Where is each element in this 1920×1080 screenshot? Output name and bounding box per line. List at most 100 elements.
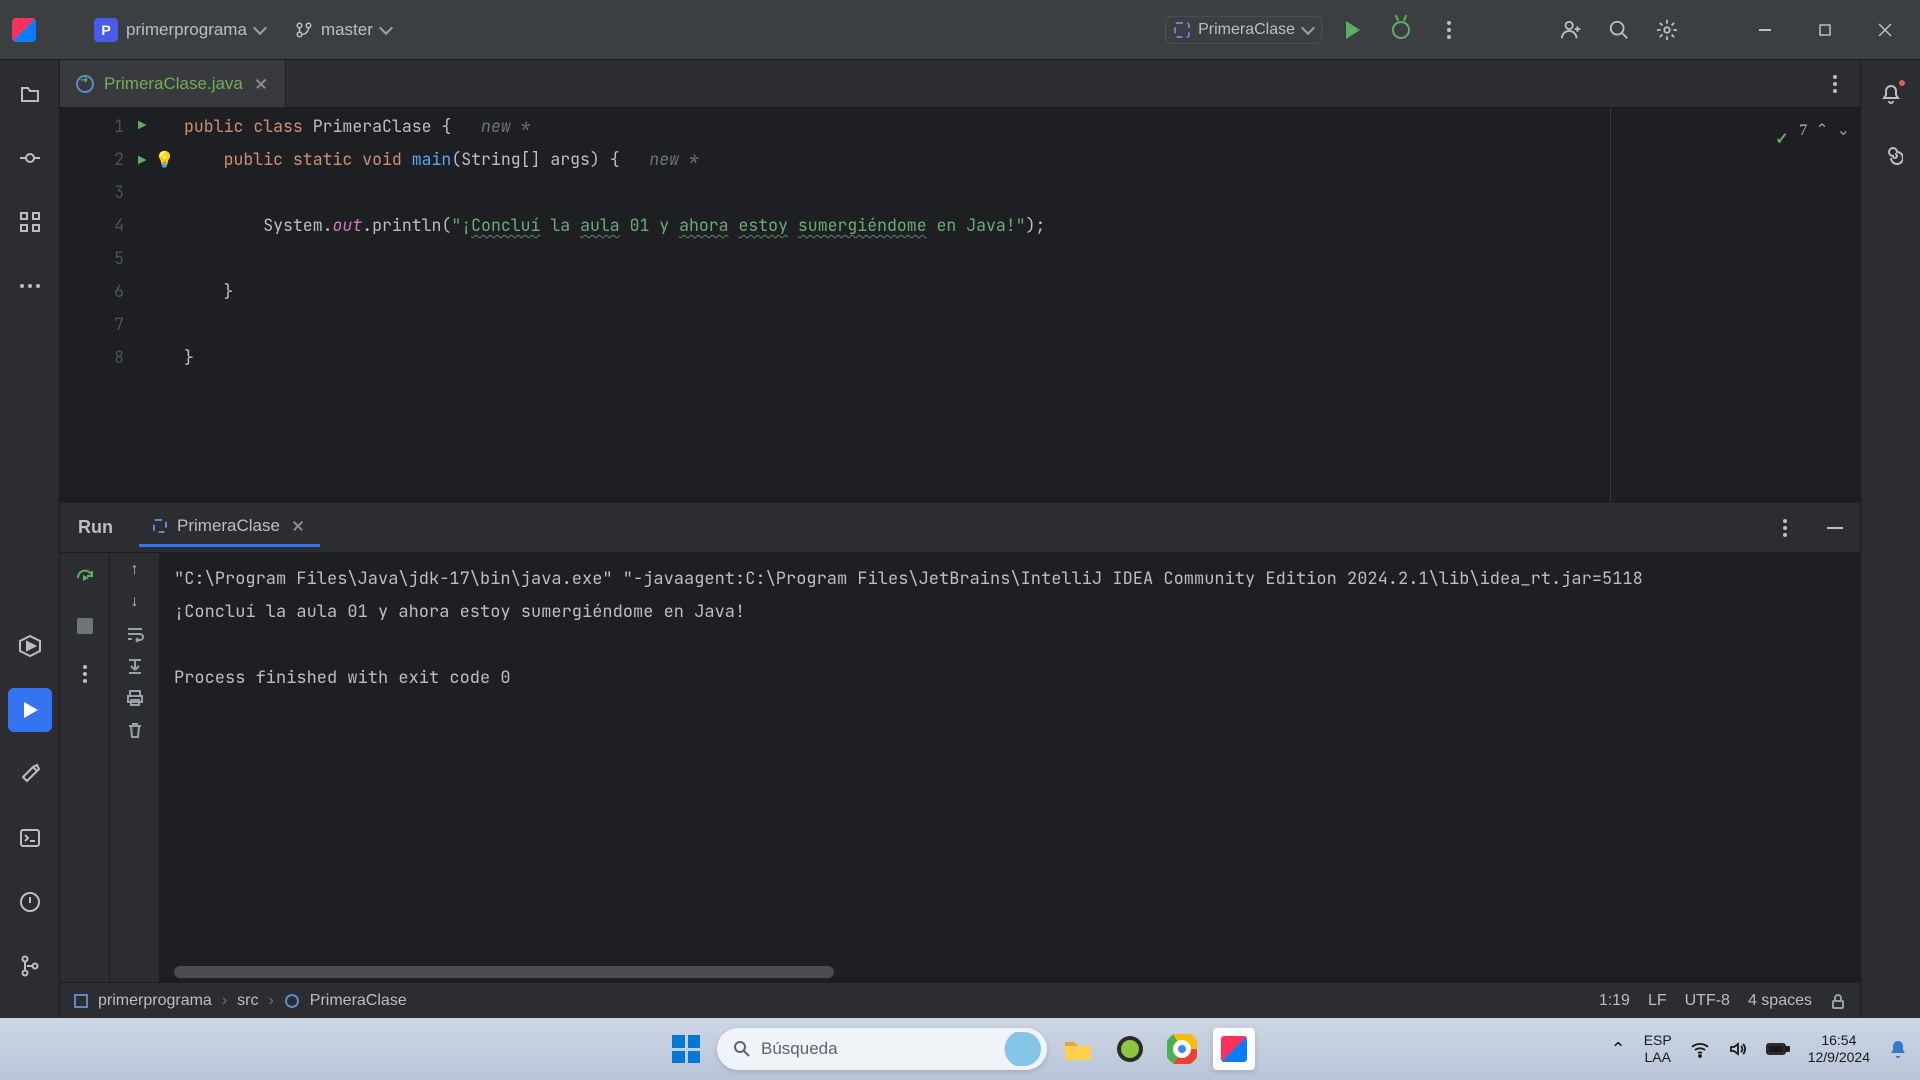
run-tool-button[interactable] <box>8 688 52 732</box>
problems-tool-button[interactable] <box>8 880 52 924</box>
run-options-button[interactable] <box>1768 511 1802 545</box>
more-actions-button[interactable] <box>1432 13 1466 47</box>
editor-right-bar: 7 ⌃ ⌄ <box>1610 108 1860 502</box>
string-literal: "¡ <box>451 214 471 236</box>
chrome-button[interactable] <box>1161 1028 1203 1070</box>
stop-button[interactable] <box>68 609 102 643</box>
git-tool-button[interactable] <box>8 944 52 988</box>
cursor-position[interactable]: 1:19 <box>1599 992 1630 1010</box>
stop-icon <box>77 618 93 634</box>
window-close-button[interactable] <box>1862 0 1908 59</box>
chevron-down-icon <box>1301 20 1315 34</box>
string-literal: en Java!" <box>927 214 1026 236</box>
services-tool-button[interactable] <box>8 624 52 668</box>
commit-tool-button[interactable] <box>8 136 52 180</box>
line-number: 3 <box>60 176 124 209</box>
project-badge-icon: P <box>94 18 118 42</box>
branch-name: master <box>321 20 373 40</box>
status-bar: primerprograma › src › PrimeraClase 1:19… <box>60 982 1860 1018</box>
typo-word: sumergiéndome <box>798 214 927 236</box>
lock-icon[interactable] <box>1830 993 1846 1009</box>
project-selector[interactable]: P primerprograma <box>86 13 273 47</box>
terminal-tool-button[interactable] <box>8 816 52 860</box>
clear-button[interactable] <box>126 721 144 739</box>
lang-line2: LAA <box>1644 1049 1670 1066</box>
taskbar-app-1[interactable] <box>1109 1028 1151 1070</box>
run-config-selector[interactable]: PrimeraClase <box>1165 16 1322 44</box>
tray-expand-button[interactable]: ⌃ <box>1611 1039 1626 1060</box>
bulb-icon[interactable]: 💡 <box>155 149 175 170</box>
hammer-icon <box>19 763 41 785</box>
code-area[interactable]: public class PrimeraClase { new * public… <box>184 108 1860 502</box>
window-minimize-button[interactable] <box>1742 0 1788 59</box>
line-number: 4 <box>60 209 124 242</box>
breadcrumb[interactable]: primerprograma › src › PrimeraClase <box>74 992 407 1010</box>
ai-assistant-button[interactable] <box>1869 136 1913 180</box>
scroll-up-button[interactable]: ↑ <box>131 561 139 579</box>
indent-setting[interactable]: 4 spaces <box>1748 992 1812 1010</box>
project-tool-button[interactable] <box>8 72 52 116</box>
run-tab[interactable]: PrimeraClase <box>139 508 320 547</box>
line-separator[interactable]: LF <box>1648 992 1667 1010</box>
git-branch-selector[interactable]: master <box>287 15 399 45</box>
structure-tool-button[interactable] <box>8 200 52 244</box>
print-button[interactable] <box>126 689 144 707</box>
console-output[interactable]: "C:\Program Files\Java\jdk-17\bin\java.e… <box>160 553 1860 982</box>
main-menu-button[interactable] <box>50 19 72 41</box>
hide-run-button[interactable] <box>1818 511 1852 545</box>
code-text: (String[] args) { <box>451 148 619 170</box>
close-run-tab[interactable] <box>290 518 306 534</box>
horizontal-dots-icon <box>19 283 41 289</box>
windows-logo-icon <box>672 1035 700 1063</box>
chevron-down-icon <box>253 20 267 34</box>
horizontal-scrollbar[interactable] <box>174 966 834 978</box>
run-more-button[interactable] <box>68 657 102 691</box>
clock[interactable]: 16:54 12/9/2024 <box>1808 1032 1870 1066</box>
code-editor[interactable]: 1 2 3 4 5 6 7 8 ▶ ▶ 💡 public class Prime… <box>60 108 1860 502</box>
notification-dot <box>1897 78 1907 88</box>
soft-wrap-button[interactable] <box>126 625 144 643</box>
run-line-marker[interactable]: ▶ 💡 <box>138 143 184 178</box>
right-tool-strip <box>1860 60 1920 1018</box>
language-indicator[interactable]: ESP LAA <box>1644 1032 1672 1066</box>
vertical-dots-icon <box>1833 75 1837 93</box>
string-literal <box>729 214 739 236</box>
run-button[interactable] <box>1336 13 1370 47</box>
build-tool-button[interactable] <box>8 752 52 796</box>
close-tab-button[interactable] <box>253 76 269 92</box>
editor-tab-options-button[interactable] <box>1818 67 1852 101</box>
taskbar-search[interactable]: Búsqueda <box>717 1028 1047 1070</box>
notification-bell-icon[interactable] <box>1888 1039 1908 1059</box>
line-number-gutter: 1 2 3 4 5 6 7 8 <box>60 108 138 502</box>
run-line-marker[interactable]: ▶ <box>138 110 184 143</box>
inline-hint: new * <box>649 148 699 170</box>
debug-button[interactable] <box>1384 13 1418 47</box>
intellij-taskbar-button[interactable] <box>1213 1028 1255 1070</box>
file-encoding[interactable]: UTF-8 <box>1685 992 1730 1010</box>
settings-button[interactable] <box>1650 13 1684 47</box>
inspections-widget[interactable]: 7 ⌃ ⌄ <box>1611 108 1860 153</box>
class-icon <box>284 993 300 1009</box>
search-everywhere-button[interactable] <box>1602 13 1636 47</box>
window-maximize-button[interactable] <box>1802 0 1848 59</box>
start-button[interactable] <box>665 1028 707 1070</box>
notifications-button[interactable] <box>1869 72 1913 116</box>
scroll-to-end-button[interactable] <box>126 657 144 675</box>
file-explorer-button[interactable] <box>1057 1028 1099 1070</box>
chevron-up-icon[interactable]: ⌃ <box>1815 114 1828 147</box>
rerun-button[interactable] <box>68 561 102 595</box>
battery-icon[interactable] <box>1766 1041 1790 1057</box>
console-line: ¡Concluí la aula 01 y ahora estoy sumerg… <box>174 601 745 623</box>
play-icon <box>1346 21 1360 39</box>
scroll-down-button[interactable]: ↓ <box>131 593 139 611</box>
chevron-down-icon[interactable]: ⌄ <box>1837 114 1850 147</box>
intellij-icon <box>12 18 36 42</box>
spiral-icon <box>1879 146 1903 170</box>
more-tools-button[interactable] <box>8 264 52 308</box>
wifi-icon[interactable] <box>1690 1039 1710 1059</box>
code-with-me-button[interactable] <box>1554 13 1588 47</box>
typo-word: ahora <box>679 214 729 236</box>
volume-icon[interactable] <box>1728 1039 1748 1059</box>
crumb-item: primerprograma <box>98 992 212 1010</box>
editor-tab[interactable]: PrimeraClase.java <box>60 60 286 107</box>
